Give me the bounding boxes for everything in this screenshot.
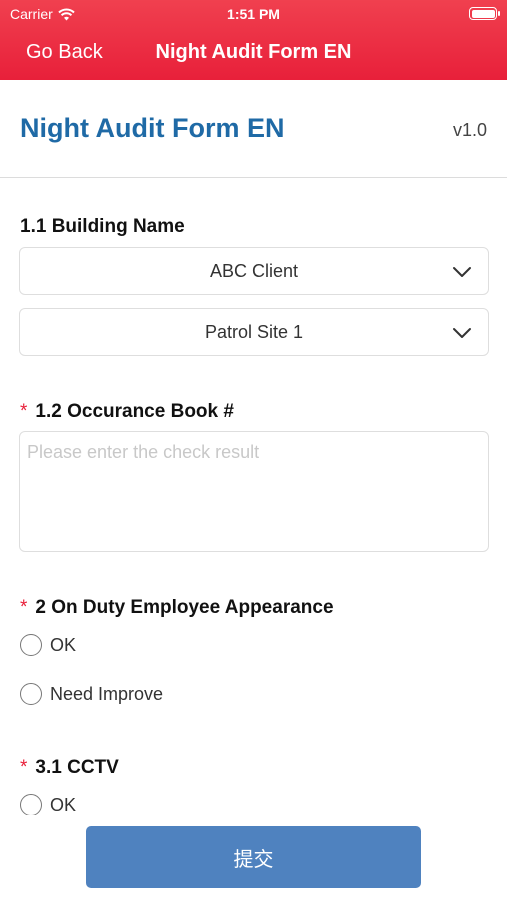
form-header: Night Audit Form EN v1.0 bbox=[0, 80, 507, 178]
status-bar: Carrier 1:51 PM bbox=[0, 6, 507, 24]
radio-button[interactable] bbox=[20, 634, 42, 656]
cctv-option-ok[interactable]: OK bbox=[20, 794, 76, 816]
occurance-book-label-text: 1.2 Occurance Book # bbox=[35, 401, 234, 422]
building-name-label: 1.1 Building Name bbox=[20, 216, 185, 237]
go-back-button[interactable]: Go Back bbox=[26, 41, 103, 64]
occurance-book-input[interactable] bbox=[19, 431, 489, 552]
appearance-option-ok[interactable]: OK bbox=[20, 634, 76, 656]
radio-label: Need Improve bbox=[50, 683, 164, 704]
form-version: v1.0 bbox=[452, 120, 487, 140]
cctv-label-text: 3.1 CCTV bbox=[35, 757, 119, 778]
appearance-label: * 2 On Duty Employee Appearance bbox=[20, 597, 334, 619]
required-mark: * bbox=[20, 401, 28, 422]
radio-button[interactable] bbox=[20, 794, 42, 816]
occurance-book-label: * 1.2 Occurance Book # bbox=[20, 401, 234, 423]
chevron-down-icon bbox=[453, 328, 471, 338]
battery-icon bbox=[469, 7, 500, 20]
radio-label: OK bbox=[50, 794, 77, 815]
required-mark: * bbox=[20, 597, 28, 618]
site-select-value: Patrol Site 1 bbox=[204, 322, 304, 342]
client-select-value: ABC Client bbox=[209, 261, 299, 281]
required-mark: * bbox=[20, 757, 28, 778]
form-title: Night Audit Form EN bbox=[20, 113, 285, 143]
navigation-bar: Go Back Night Audit Form EN bbox=[0, 38, 507, 68]
cctv-label: * 3.1 CCTV bbox=[20, 757, 119, 779]
top-bar: Carrier 1:51 PM Go Back Night Audit Form… bbox=[0, 0, 507, 80]
appearance-label-text: 2 On Duty Employee Appearance bbox=[35, 597, 334, 618]
submit-button[interactable]: 提交 bbox=[86, 826, 421, 888]
appearance-option-need-improve[interactable]: Need Improve bbox=[20, 683, 163, 705]
chevron-down-icon bbox=[453, 267, 471, 277]
status-time: 1:51 PM bbox=[227, 6, 280, 22]
radio-label: OK bbox=[50, 634, 77, 655]
client-select[interactable]: ABC Client bbox=[19, 247, 489, 295]
site-select[interactable]: Patrol Site 1 bbox=[19, 308, 489, 356]
radio-button[interactable] bbox=[20, 683, 42, 705]
